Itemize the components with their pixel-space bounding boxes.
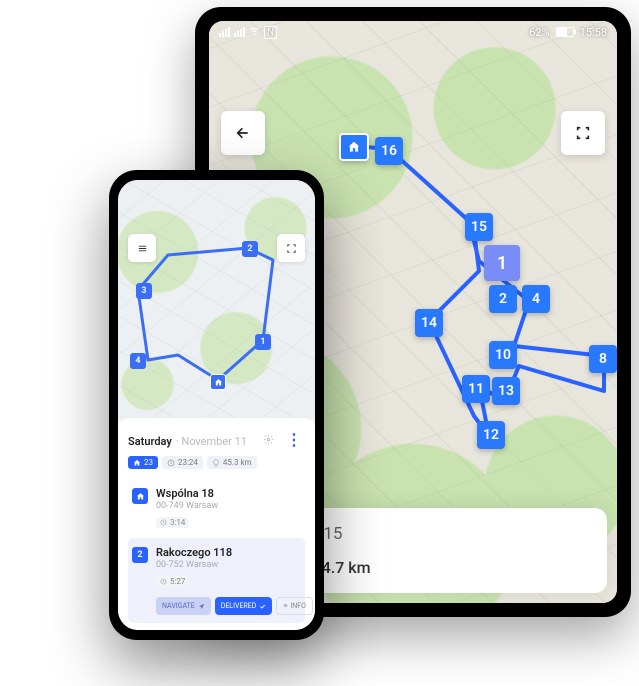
stop-marker[interactable]: 4: [522, 285, 550, 313]
stop-marker-current[interactable]: 1: [484, 245, 520, 281]
fullscreen-icon: [286, 243, 297, 254]
navigation-icon: [198, 603, 205, 610]
stop-city: 00-752 Warsaw: [156, 560, 301, 570]
stop-number: 2: [132, 547, 148, 563]
back-button[interactable]: [221, 111, 265, 155]
date-label: · November 11: [176, 435, 247, 448]
stops-count-badge: 23: [128, 456, 158, 469]
more-vertical-icon: ⋮: [286, 430, 302, 449]
stop-marker[interactable]: 13: [492, 377, 520, 405]
fullscreen-button[interactable]: [277, 234, 305, 262]
stop-marker[interactable]: 16: [375, 137, 403, 165]
stop-list-item-active[interactable]: 2 Rakoczego 118 00-752 Warsaw 5:27 NAVIG…: [128, 538, 305, 623]
stop-marker[interactable]: 11: [462, 375, 490, 403]
gear-icon: [263, 434, 274, 445]
home-icon: [347, 140, 361, 154]
phone-screen: 1 2 3 4 Saturday · November 11 ⋮: [118, 180, 315, 630]
stop-marker[interactable]: 14: [415, 309, 443, 337]
info-icon: ≡: [283, 602, 287, 610]
phone-frame: 1 2 3 4 Saturday · November 11 ⋮: [109, 170, 324, 640]
stop-number: [132, 488, 148, 504]
stop-marker[interactable]: 10: [489, 341, 517, 369]
stop-marker[interactable]: 8: [589, 345, 617, 373]
stop-list-item[interactable]: 3 Zielone wzgórze 3: [128, 623, 305, 630]
pin-icon: [212, 459, 220, 467]
fullscreen-button[interactable]: [561, 111, 605, 155]
info-button[interactable]: ≡ INFO: [276, 597, 313, 615]
home-icon: [133, 459, 141, 467]
stop-marker[interactable]: 15: [465, 213, 493, 241]
tablet-statusbar: N 62% 15:58: [209, 21, 617, 43]
nfc-icon: N: [264, 26, 277, 39]
signal-icon: [219, 27, 230, 37]
home-icon: [214, 378, 223, 387]
menu-icon: [137, 243, 148, 254]
clock: 15:58: [580, 26, 607, 39]
arrow-left-icon: [235, 125, 251, 141]
battery-icon: [556, 27, 574, 37]
stop-pin[interactable]: 2: [242, 241, 258, 257]
fullscreen-icon: [575, 125, 591, 141]
stop-marker[interactable]: 2: [489, 285, 517, 313]
stop-address: Wspólna 18: [156, 487, 301, 500]
battery-pct: 62%: [529, 26, 549, 39]
signal-icon-2: [234, 27, 245, 37]
clock-icon: [167, 459, 175, 467]
stop-marker-home[interactable]: [339, 133, 369, 161]
delivered-button[interactable]: DELIVERED: [215, 597, 273, 615]
day-label: Saturday: [128, 435, 172, 448]
duration-badge: 23:24: [162, 456, 203, 469]
navigate-button[interactable]: NAVIGATE: [156, 597, 211, 615]
settings-button[interactable]: [257, 428, 279, 450]
stop-city: 00-749 Warsaw: [156, 501, 301, 511]
stop-eta: 5:27: [156, 576, 189, 587]
stop-pin-home[interactable]: [210, 374, 226, 390]
stop-pin[interactable]: 4: [130, 353, 146, 369]
clock-icon: [160, 578, 167, 585]
check-icon: [259, 603, 266, 610]
stop-pin[interactable]: 3: [136, 283, 152, 299]
stop-eta: 3:14: [156, 517, 189, 528]
phone-bottom-sheet[interactable]: Saturday · November 11 ⋮ 23: [118, 418, 315, 630]
wifi-icon: [249, 25, 260, 39]
clock-icon: [160, 519, 167, 526]
more-button[interactable]: ⋮: [283, 428, 305, 450]
stop-address: Rakoczego 118: [156, 546, 301, 559]
stop-pin[interactable]: 1: [255, 334, 271, 350]
home-icon: [136, 492, 145, 501]
stop-marker[interactable]: 12: [477, 421, 505, 449]
stop-list-item[interactable]: Wspólna 18 00-749 Warsaw 3:14: [128, 479, 305, 538]
menu-button[interactable]: [128, 234, 156, 262]
route-summary-badges: 23 23:24 45.3 km: [128, 456, 305, 469]
distance-badge: 45.3 km: [207, 456, 257, 469]
